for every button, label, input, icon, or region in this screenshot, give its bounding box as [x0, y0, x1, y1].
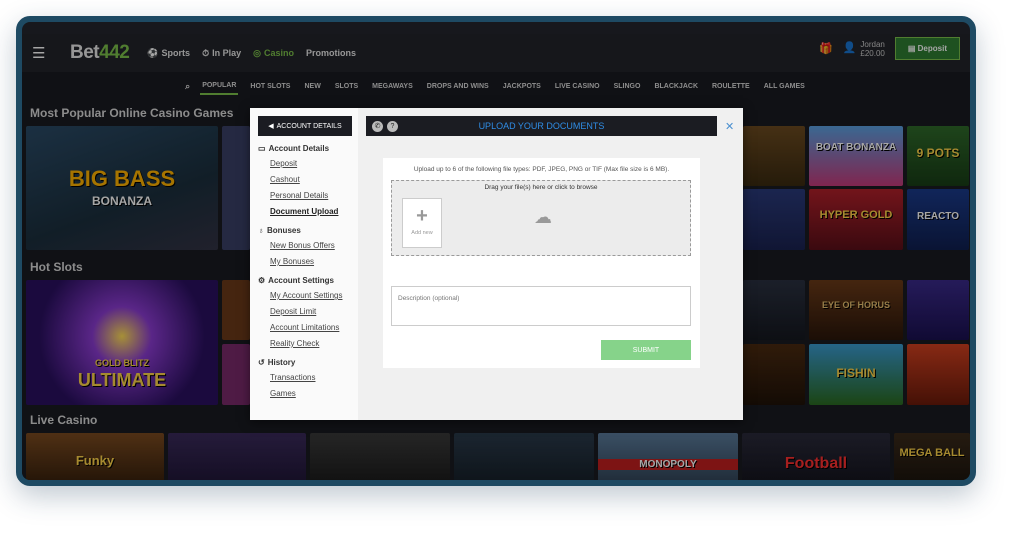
link-transactions[interactable]: Transactions — [270, 370, 316, 386]
account-modal: ◀ ACCOUNT DETAILS ▭ Account Details Depos… — [250, 108, 743, 420]
account-details-back-button[interactable]: ◀ ACCOUNT DETAILS — [258, 116, 352, 136]
description-input[interactable] — [392, 291, 690, 306]
link-document-upload[interactable]: Document Upload — [270, 204, 338, 220]
add-new-label: Add new — [411, 230, 433, 236]
submit-button[interactable]: SUBMIT — [601, 340, 691, 360]
link-cashout[interactable]: Cashout — [270, 172, 338, 188]
modal-header: ✆ ? UPLOAD YOUR DOCUMENTS — [366, 116, 717, 136]
link-account-limitations[interactable]: Account Limitations — [270, 320, 342, 336]
casino-page: ☰ Bet442 ⚽ Sports ⏱ In Play ◎ Casino Promot… — [22, 34, 970, 480]
modal-title: UPLOAD YOUR DOCUMENTS — [478, 121, 605, 131]
group-account-details: ▭ Account Details Deposit Cashout Persona… — [258, 144, 338, 220]
upload-panel: Upload up to 6 of the following file typ… — [383, 158, 700, 368]
group-account-settings-heading: Account Settings — [268, 276, 334, 285]
medal-icon: ♁ — [258, 226, 264, 235]
browser-frame: ☰ Bet442 ⚽ Sports ⏱ In Play ◎ Casino Promot… — [16, 16, 976, 486]
group-history-heading: History — [267, 358, 296, 367]
link-personal-details[interactable]: Personal Details — [270, 188, 338, 204]
file-drop-zone[interactable]: Drag your file(s) here or click to brows… — [391, 180, 691, 256]
link-my-bonuses[interactable]: My Bonuses — [270, 254, 335, 270]
group-bonuses-heading: Bonuses — [267, 226, 301, 235]
link-deposit-limit[interactable]: Deposit Limit — [270, 304, 342, 320]
description-field[interactable] — [391, 286, 691, 326]
drop-zone-label: Drag your file(s) here or click to brows… — [484, 184, 598, 191]
close-icon[interactable]: ✕ — [725, 120, 734, 133]
chevron-left-icon: ◀ — [268, 123, 274, 130]
plus-icon: + — [416, 205, 428, 227]
history-icon: ↺ — [258, 358, 265, 367]
link-my-account-settings[interactable]: My Account Settings — [270, 288, 342, 304]
cloud-upload-icon: ☁ — [534, 207, 552, 227]
link-deposit[interactable]: Deposit — [270, 156, 338, 172]
account-details-back-label: ACCOUNT DETAILS — [276, 122, 342, 130]
group-bonuses: ♁ Bonuses New Bonus Offers My Bonuses — [258, 226, 335, 270]
add-new-file-button[interactable]: + Add new — [402, 198, 442, 248]
link-reality-check[interactable]: Reality Check — [270, 336, 342, 352]
link-games[interactable]: Games — [270, 386, 316, 402]
group-history: ↺ History Transactions Games — [258, 358, 316, 402]
gear-icon: ⚙ — [258, 276, 266, 285]
group-account-settings: ⚙ Account Settings My Account Settings De… — [258, 276, 342, 352]
id-card-icon: ▭ — [258, 144, 266, 153]
link-new-bonus-offers[interactable]: New Bonus Offers — [270, 238, 335, 254]
upload-info: Upload up to 6 of the following file typ… — [413, 166, 670, 173]
account-sidebar: ◀ ACCOUNT DETAILS ▭ Account Details Depos… — [250, 108, 358, 420]
group-account-details-heading: Account Details — [268, 144, 330, 153]
